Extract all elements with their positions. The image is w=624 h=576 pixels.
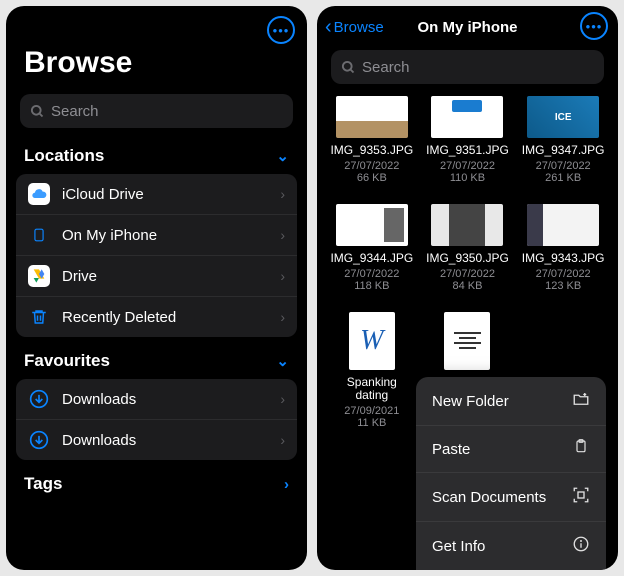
file-size: 66 KB <box>357 172 387 184</box>
download-icon <box>28 388 50 410</box>
favourites-list: Downloads › Downloads › <box>16 379 297 460</box>
chevron-right-icon: › <box>280 227 285 243</box>
ctx-label: Paste <box>432 441 470 458</box>
item-label: iCloud Drive <box>62 186 268 203</box>
file-name: IMG_9347.JPG <box>521 144 605 158</box>
ctx-get-info[interactable]: Get Info <box>416 522 606 570</box>
ctx-scan-documents[interactable]: Scan Documents <box>416 473 606 522</box>
chevron-right-icon: › <box>280 268 285 284</box>
icloud-icon <box>28 183 50 205</box>
file-name: Spanking dating <box>330 376 414 404</box>
file-date: 27/07/2022 <box>440 160 495 172</box>
context-menu: New Folder Paste Scan Documents Get Info <box>416 377 606 570</box>
locations-label: Locations <box>24 146 104 166</box>
locations-list: iCloud Drive › On My iPhone › Drive › <box>16 174 297 337</box>
file-date: 27/09/2021 <box>344 405 399 417</box>
item-label: Downloads <box>62 432 268 449</box>
chevron-right-icon: › <box>280 391 285 407</box>
ctx-new-folder[interactable]: New Folder <box>416 377 606 426</box>
ctx-label: New Folder <box>432 393 509 410</box>
ctx-paste[interactable]: Paste <box>416 426 606 473</box>
chevron-down-icon: ⌄ <box>276 147 289 165</box>
file-thumbnail: ICE <box>527 96 599 138</box>
favourite-downloads[interactable]: Downloads › <box>16 379 297 420</box>
file-item[interactable]: IMG_9350.JPG 27/07/2022 84 KB <box>423 204 513 292</box>
page-title: Browse <box>6 20 307 90</box>
search-input[interactable]: Search <box>331 50 604 84</box>
favourite-downloads[interactable]: Downloads › <box>16 420 297 460</box>
file-size: 123 KB <box>545 280 581 292</box>
more-options-button[interactable]: ••• <box>580 12 608 40</box>
file-item[interactable]: IMG_9351.JPG 27/07/2022 110 KB <box>423 96 513 184</box>
chevron-down-icon: ⌄ <box>276 352 289 370</box>
file-date: 27/07/2022 <box>440 268 495 280</box>
chevron-right-icon: › <box>280 432 285 448</box>
location-recently-deleted[interactable]: Recently Deleted › <box>16 297 297 337</box>
file-size: 11 KB <box>357 417 386 429</box>
favourites-header[interactable]: Favourites ⌄ <box>6 337 307 379</box>
location-google-drive[interactable]: Drive › <box>16 256 297 297</box>
search-placeholder: Search <box>51 103 99 120</box>
more-options-button[interactable]: ••• <box>267 16 295 44</box>
nav-bar: ‹ Browse On My iPhone ••• <box>317 14 618 44</box>
search-placeholder: Search <box>362 59 410 76</box>
search-icon <box>30 104 45 119</box>
location-on-my-iphone[interactable]: On My iPhone › <box>16 215 297 256</box>
file-size: 110 KB <box>450 172 485 184</box>
file-thumbnail <box>336 96 408 138</box>
file-name: IMG_9344.JPG <box>330 252 414 266</box>
info-icon <box>572 535 590 557</box>
chevron-left-icon: ‹ <box>325 16 332 39</box>
file-item[interactable]: IMG_9344.JPG 27/07/2022 118 KB <box>327 204 417 292</box>
trash-icon <box>28 306 50 328</box>
location-icloud-drive[interactable]: iCloud Drive › <box>16 174 297 215</box>
new-folder-icon <box>572 390 590 412</box>
paste-icon <box>572 439 590 459</box>
back-button[interactable]: ‹ Browse <box>325 16 384 39</box>
file-item[interactable]: IMG_9353.JPG 27/07/2022 66 KB <box>327 96 417 184</box>
file-name: IMG_9350.JPG <box>425 252 509 266</box>
file-date: 27/07/2022 <box>536 160 591 172</box>
search-icon <box>341 60 356 75</box>
file-date: 27/07/2022 <box>344 160 399 172</box>
file-item[interactable]: ICE IMG_9347.JPG 27/07/2022 261 KB <box>518 96 608 184</box>
word-doc-icon: W <box>349 312 395 370</box>
file-name: IMG_9351.JPG <box>425 144 509 158</box>
download-icon <box>28 429 50 451</box>
locations-header[interactable]: Locations ⌄ <box>6 132 307 174</box>
file-date: 27/07/2022 <box>536 268 591 280</box>
file-size: 261 KB <box>545 172 581 184</box>
item-label: Drive <box>62 268 268 285</box>
chevron-right-icon: › <box>280 309 285 325</box>
ctx-label: Scan Documents <box>432 489 546 506</box>
tags-header[interactable]: Tags › <box>6 460 307 502</box>
browse-screen: ••• Browse Search Locations ⌄ iCloud Dri… <box>6 6 307 570</box>
file-thumbnail <box>431 96 503 138</box>
file-thumbnail <box>444 312 490 370</box>
favourites-label: Favourites <box>24 351 110 371</box>
file-date: 27/07/2022 <box>344 268 399 280</box>
file-name: IMG_9353.JPG <box>330 144 414 158</box>
file-thumbnail <box>431 204 503 246</box>
item-label: On My iPhone <box>62 227 268 244</box>
ctx-label: Get Info <box>432 538 485 555</box>
file-item[interactable]: IMG_9343.JPG 27/07/2022 123 KB <box>518 204 608 292</box>
phone-icon <box>28 224 50 246</box>
back-label: Browse <box>334 19 384 36</box>
chevron-right-icon: › <box>284 476 289 493</box>
item-label: Downloads <box>62 391 268 408</box>
folder-screen: ‹ Browse On My iPhone ••• Search IMG_935… <box>317 6 618 570</box>
file-name: IMG_9343.JPG <box>521 252 605 266</box>
google-drive-icon <box>28 265 50 287</box>
file-thumbnail <box>527 204 599 246</box>
item-label: Recently Deleted <box>62 309 268 326</box>
file-thumbnail <box>336 204 408 246</box>
tags-label: Tags <box>24 474 62 494</box>
file-size: 84 KB <box>453 280 483 292</box>
file-size: 118 KB <box>354 280 389 292</box>
file-item[interactable]: W Spanking dating 27/09/2021 11 KB <box>327 312 417 430</box>
search-input[interactable]: Search <box>20 94 293 128</box>
chevron-right-icon: › <box>280 186 285 202</box>
scan-icon <box>572 486 590 508</box>
